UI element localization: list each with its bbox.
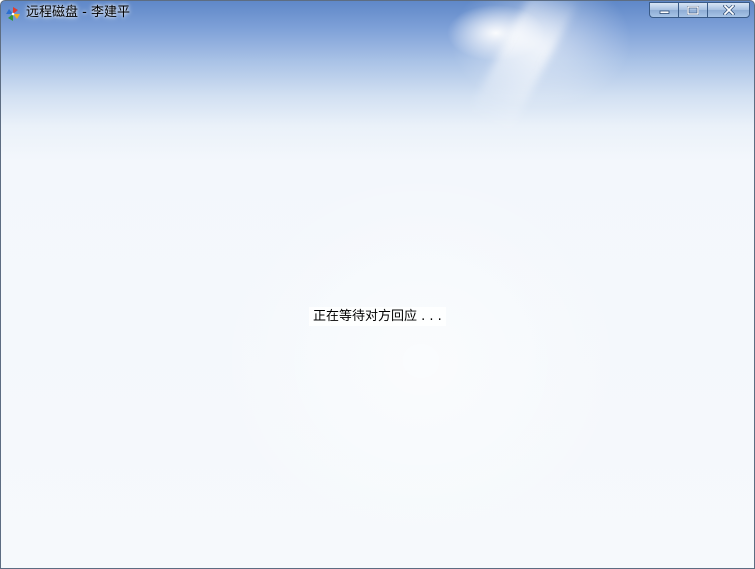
title-bar[interactable]: 远程磁盘 - 李建平 [1, 1, 754, 25]
close-button[interactable] [707, 2, 750, 18]
app-pinwheel-icon[interactable] [6, 6, 20, 21]
minimize-icon [659, 6, 670, 14]
close-icon [722, 5, 735, 15]
window-title: 远程磁盘 - 李建平 [26, 5, 130, 20]
maximize-icon [687, 5, 699, 15]
window-controls [649, 2, 750, 18]
waiting-status-text: 正在等待对方回应 . . . [309, 307, 446, 326]
remote-disk-window: 远程磁盘 - 李建平 正在等待对方回应 . . . [0, 0, 755, 569]
minimize-button[interactable] [649, 2, 678, 18]
maximize-button[interactable] [678, 2, 707, 18]
